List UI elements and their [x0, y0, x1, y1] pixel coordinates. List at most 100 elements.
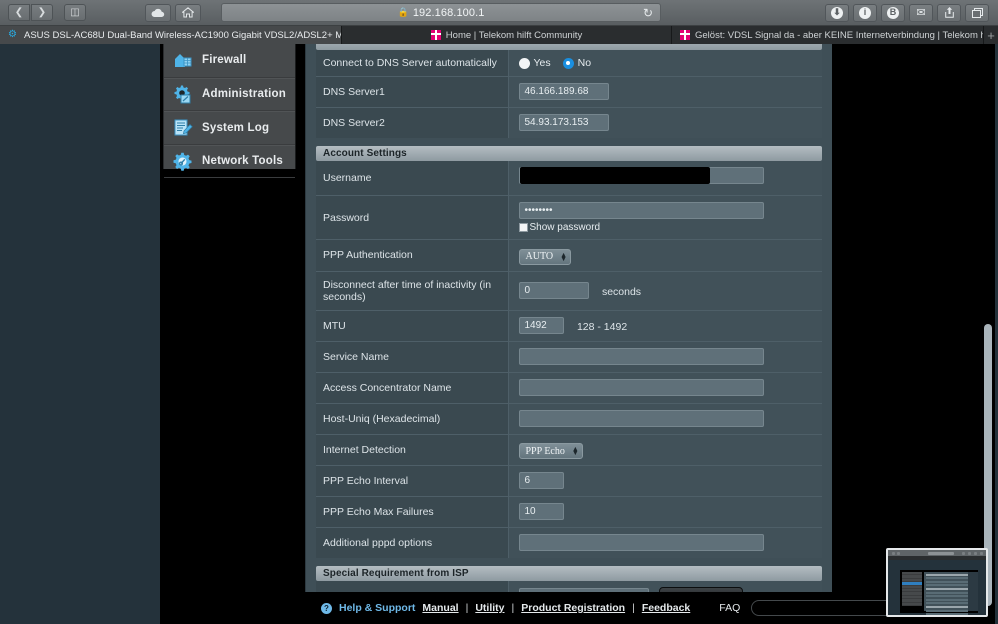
ppp-echo-max-failures-label: PPP Echo Max Failures: [316, 496, 509, 528]
ppp-auth-label: PPP Authentication: [316, 239, 509, 271]
show-password-row[interactable]: Show password: [518, 222, 823, 233]
table-row: Internet Detection PPP Echo ▲ ▼: [316, 434, 822, 466]
dns-server2-value: 54.93.173.153: [508, 107, 822, 138]
tab-bar: ⚙ ASUS DSL-AC68U Dual-Band Wireless-AC19…: [0, 26, 998, 44]
mtu-input[interactable]: 1492: [518, 316, 564, 334]
telekom-icon: [680, 30, 690, 40]
home-icon[interactable]: [175, 3, 201, 22]
ppp-auth-select[interactable]: AUTO ▲ ▼: [518, 248, 572, 265]
stepper-arrows-icon: ▲ ▼: [560, 250, 568, 263]
table-row: Host-Uniq (Hexadecimal): [316, 403, 822, 434]
address-bar-text: 🔒 192.168.100.1: [398, 7, 485, 19]
table-row: Password •••••••• Show password: [316, 195, 823, 240]
additional-pppd-input[interactable]: [518, 534, 764, 552]
sidebar-item-label: Administration: [202, 88, 286, 101]
mtu-value: 1492 128 - 1492: [508, 310, 822, 341]
table-row: DNS Server1 46.166.189.68: [316, 76, 822, 108]
screenshot-thumbnail-preview[interactable]: [886, 548, 988, 617]
dns-settings-table: Connect to DNS Server automatically Yes …: [316, 50, 822, 138]
dns-server1-input[interactable]: 46.166.189.68: [518, 83, 609, 101]
access-concentrator-value: [508, 372, 822, 403]
footer-link-manual[interactable]: Manual: [422, 602, 458, 614]
footer-link-feedback[interactable]: Feedback: [642, 602, 690, 614]
sidebar-item-firewall[interactable]: Firewall: [164, 44, 295, 78]
table-row: Additional pppd options: [316, 527, 822, 558]
dns-server1-value: 46.166.189.68: [508, 76, 822, 108]
ppp-echo-interval-input[interactable]: 6: [518, 472, 564, 490]
dns-server2-input[interactable]: 54.93.173.153: [518, 114, 609, 132]
password-stack: •••••••• Show password: [518, 202, 823, 233]
dns-server2-label: DNS Server2: [316, 107, 509, 138]
share-icon[interactable]: [937, 3, 961, 22]
username-label: Username: [316, 161, 509, 196]
download-icon[interactable]: ⬇: [825, 3, 849, 22]
username-field-wrap[interactable]: [518, 167, 764, 184]
browser-tab-telekom-home[interactable]: Home | Telekom hilft Community: [342, 26, 672, 44]
footer-link-product-registration[interactable]: Product Registration: [521, 602, 625, 614]
footer-separator: |: [511, 602, 515, 614]
dns-server1-label: DNS Server1: [316, 76, 509, 108]
password-input[interactable]: ••••••••: [518, 202, 764, 219]
faq-search-input[interactable]: [751, 600, 907, 616]
password-label: Password: [316, 195, 509, 240]
info-icon[interactable]: i: [853, 3, 877, 22]
back-arrow-icon[interactable]: ❮: [8, 4, 30, 21]
table-row: Access Concentrator Name: [316, 372, 822, 403]
help-and-support-label[interactable]: Help & Support: [339, 602, 415, 614]
footer-separator: |: [465, 602, 469, 614]
username-input[interactable]: [519, 167, 710, 184]
idle-disconnect-input[interactable]: 0: [518, 281, 589, 299]
idle-disconnect-label: Disconnect after time of inactivity (in …: [316, 271, 509, 310]
access-concentrator-label: Access Concentrator Name: [316, 372, 509, 403]
browser-tab-telekom-thread[interactable]: Gelöst: VDSL Signal da - aber KEINE Inte…: [672, 26, 984, 44]
telekom-icon: [430, 30, 441, 40]
thumb-settings-panel: [924, 572, 970, 615]
table-row: PPP Authentication AUTO ▲ ▼: [316, 239, 822, 271]
tab-title: ASUS DSL-AC68U Dual-Band Wireless-AC1900…: [24, 29, 341, 41]
show-password-checkbox[interactable]: [518, 223, 528, 232]
administration-gear-icon: [172, 84, 193, 105]
host-uniq-input[interactable]: [518, 409, 764, 427]
mail-icon[interactable]: ✉: [909, 3, 933, 22]
additional-pppd-value: [508, 527, 822, 558]
address-bar[interactable]: 🔒 192.168.100.1 ↻: [221, 3, 661, 22]
system-log-icon: [172, 117, 193, 138]
additional-pppd-label: Additional pppd options: [316, 527, 509, 558]
bitwarden-icon[interactable]: B: [881, 3, 905, 22]
table-row: Username: [316, 161, 822, 196]
dns-auto-yes-label: Yes: [533, 57, 551, 69]
sidebar-item-administration[interactable]: Administration: [164, 77, 295, 111]
question-mark-icon: ?: [321, 602, 332, 614]
footer-separator: |: [632, 602, 635, 614]
service-name-input[interactable]: [518, 347, 764, 365]
tab-overview-icon[interactable]: [965, 3, 989, 22]
access-concentrator-input[interactable]: [518, 378, 764, 396]
sidebar-toggle-icon[interactable]: ◫: [64, 4, 86, 21]
idle-disconnect-value: 0 seconds: [508, 271, 822, 310]
forward-arrow-icon[interactable]: ❯: [31, 4, 53, 21]
thumb-right-gutter: [968, 572, 978, 611]
cloud-icon[interactable]: [145, 3, 171, 22]
ppp-echo-max-failures-input[interactable]: 10: [518, 503, 564, 521]
ppp-auth-selected-value: AUTO: [525, 251, 554, 262]
table-row: Disconnect after time of inactivity (in …: [316, 271, 822, 310]
browser-tab-asus[interactable]: ⚙ ASUS DSL-AC68U Dual-Band Wireless-AC19…: [0, 26, 342, 44]
table-row: DNS Server2 54.93.173.153: [316, 107, 822, 138]
footer-link-utility[interactable]: Utility: [475, 602, 504, 614]
password-value: •••••••• Show password: [508, 195, 823, 240]
tab-title: Home | Telekom hilft Community: [445, 29, 583, 41]
table-row: Connect to DNS Server automatically Yes …: [316, 50, 822, 77]
reload-icon[interactable]: ↻: [643, 6, 653, 21]
sidebar-item-network-tools[interactable]: Network Tools: [164, 144, 295, 178]
dns-auto-yes-radio[interactable]: [518, 57, 530, 69]
internet-detection-select[interactable]: PPP Echo ▲ ▼: [518, 443, 583, 459]
sidebar-item-label: Firewall: [202, 54, 247, 67]
faq-label: FAQ: [719, 602, 741, 614]
sidebar-item-system-log[interactable]: System Log: [164, 111, 295, 145]
dns-auto-no-radio[interactable]: [562, 57, 574, 69]
tab-title: Gelöst: VDSL Signal da - aber KEINE Inte…: [695, 29, 983, 41]
dns-auto-radio-group: Yes No: [518, 57, 823, 69]
new-tab-button[interactable]: +: [984, 26, 998, 44]
mtu-hint: 128 - 1492: [576, 320, 628, 333]
